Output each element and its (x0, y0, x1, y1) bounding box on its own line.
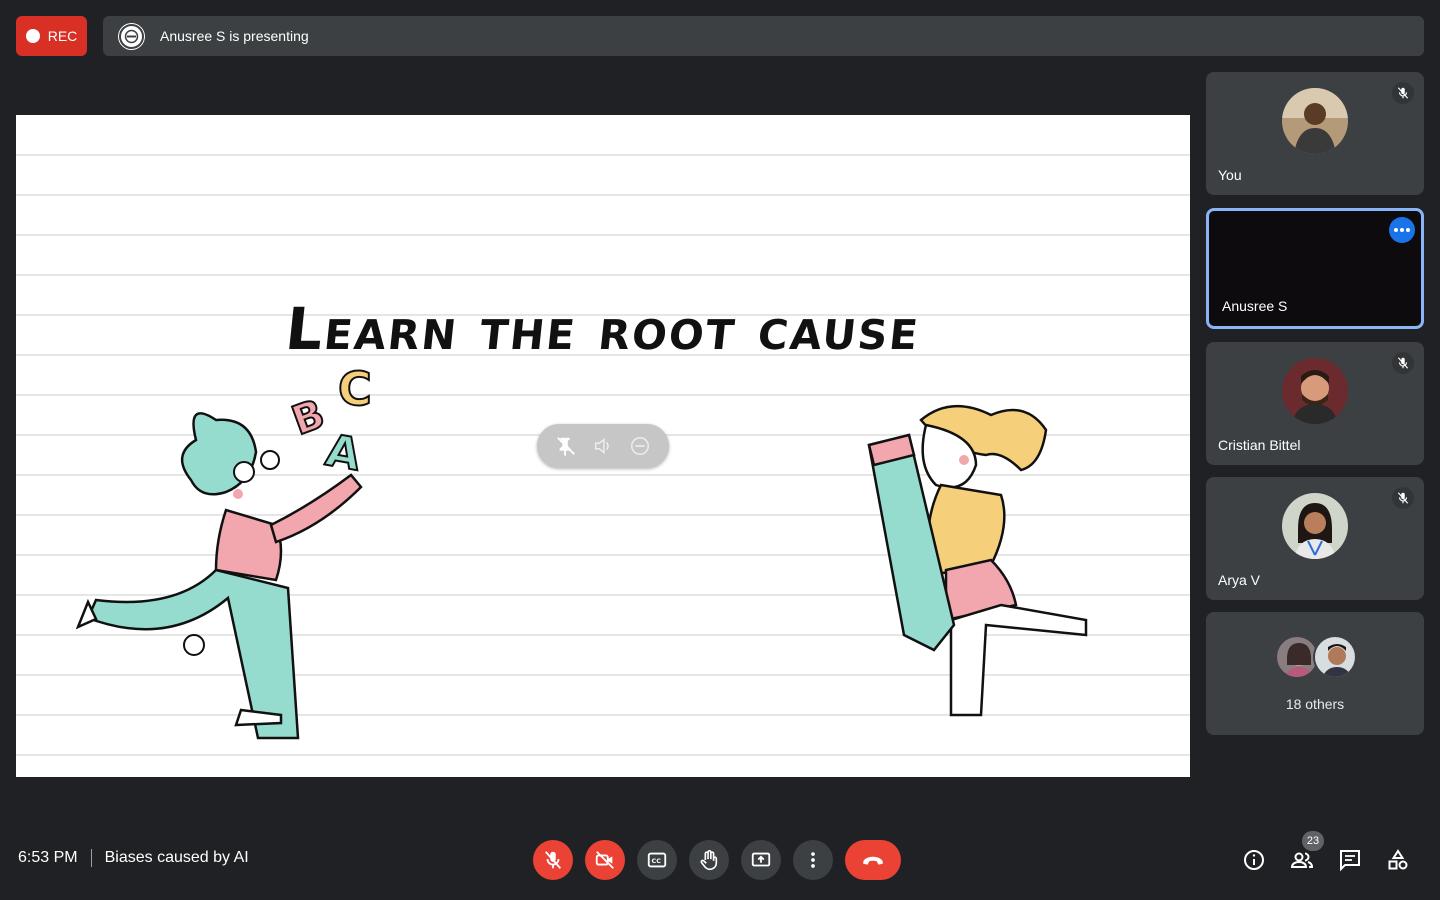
remove-icon[interactable] (629, 435, 651, 457)
chat-button[interactable] (1335, 845, 1365, 875)
meeting-details: 6:53 PM Biases caused by AI (18, 849, 249, 867)
camera-off-icon (595, 851, 614, 869)
others-avatars (1275, 635, 1359, 681)
volume-icon[interactable] (592, 435, 614, 457)
participant-name: Cristian Bittel (1218, 437, 1301, 453)
camera-toggle-button[interactable] (585, 840, 625, 880)
others-count-label: 18 others (1285, 696, 1345, 712)
participant-tile-others[interactable]: 18 others (1206, 612, 1424, 735)
mic-off-icon (1392, 487, 1414, 509)
boy-with-letters-illustration: C B A (75, 361, 373, 740)
rec-label: REC (47, 28, 78, 44)
hangup-icon (863, 856, 883, 865)
more-options-button[interactable] (793, 840, 833, 880)
avatar (1313, 635, 1357, 679)
record-dot-icon (25, 29, 40, 43)
activities-button[interactable] (1383, 845, 1413, 875)
presenter-logo-icon (119, 23, 144, 49)
participant-tile-arya[interactable]: Arya V (1206, 477, 1424, 600)
participant-name: Anusree S (1222, 298, 1288, 314)
avatar (1282, 358, 1348, 424)
girl-with-pencil-illustration (867, 404, 1088, 717)
avatar (1282, 88, 1348, 154)
avatar (1282, 493, 1348, 559)
unpin-icon[interactable] (555, 435, 577, 457)
people-icon (1290, 852, 1314, 868)
participant-tile-you[interactable]: You (1206, 72, 1424, 195)
svg-text:B: B (286, 391, 330, 445)
participant-count-badge: 23 (1302, 831, 1324, 851)
presentation-slide: Learn the root cause C B A (16, 115, 1190, 777)
participant-name: You (1218, 167, 1242, 183)
captions-button[interactable]: CC (637, 840, 677, 880)
mic-off-icon (544, 851, 562, 869)
participant-tile-anusree[interactable]: Anusree S (1206, 208, 1424, 329)
more-options-icon[interactable] (1389, 217, 1415, 243)
slide-title: Learn the root cause (282, 295, 924, 363)
present-screen-icon (751, 852, 771, 867)
raise-hand-icon (700, 850, 718, 871)
more-vert-icon (811, 852, 815, 868)
participant-tile-cristian[interactable]: Cristian Bittel (1206, 342, 1424, 465)
svg-text:C: C (338, 362, 372, 416)
raise-hand-button[interactable] (689, 840, 729, 880)
svg-text:CC: CC (652, 857, 662, 865)
recording-indicator[interactable]: REC (16, 16, 87, 56)
mic-off-icon (1392, 82, 1414, 104)
leave-call-button[interactable] (845, 840, 901, 880)
chat-icon (1340, 850, 1360, 872)
divider (90, 849, 92, 867)
presentation-float-controls (537, 424, 669, 468)
captions-icon: CC (647, 852, 667, 868)
clock-time: 6:53 PM (18, 849, 78, 866)
meet-app: REC Anusree S is presenting Learn the ro… (0, 0, 1440, 900)
present-now-button[interactable] (741, 840, 781, 880)
participant-name: Arya V (1218, 572, 1261, 588)
presenting-text: Anusree S is presenting (160, 28, 309, 44)
info-icon (1244, 850, 1264, 870)
mic-toggle-button[interactable] (533, 840, 573, 880)
activities-icon (1388, 849, 1408, 870)
presenting-banner: Anusree S is presenting (103, 16, 1424, 56)
meeting-title[interactable]: Biases caused by AI (105, 849, 249, 867)
meeting-details-button[interactable] (1239, 845, 1269, 875)
mic-off-icon (1392, 352, 1414, 374)
